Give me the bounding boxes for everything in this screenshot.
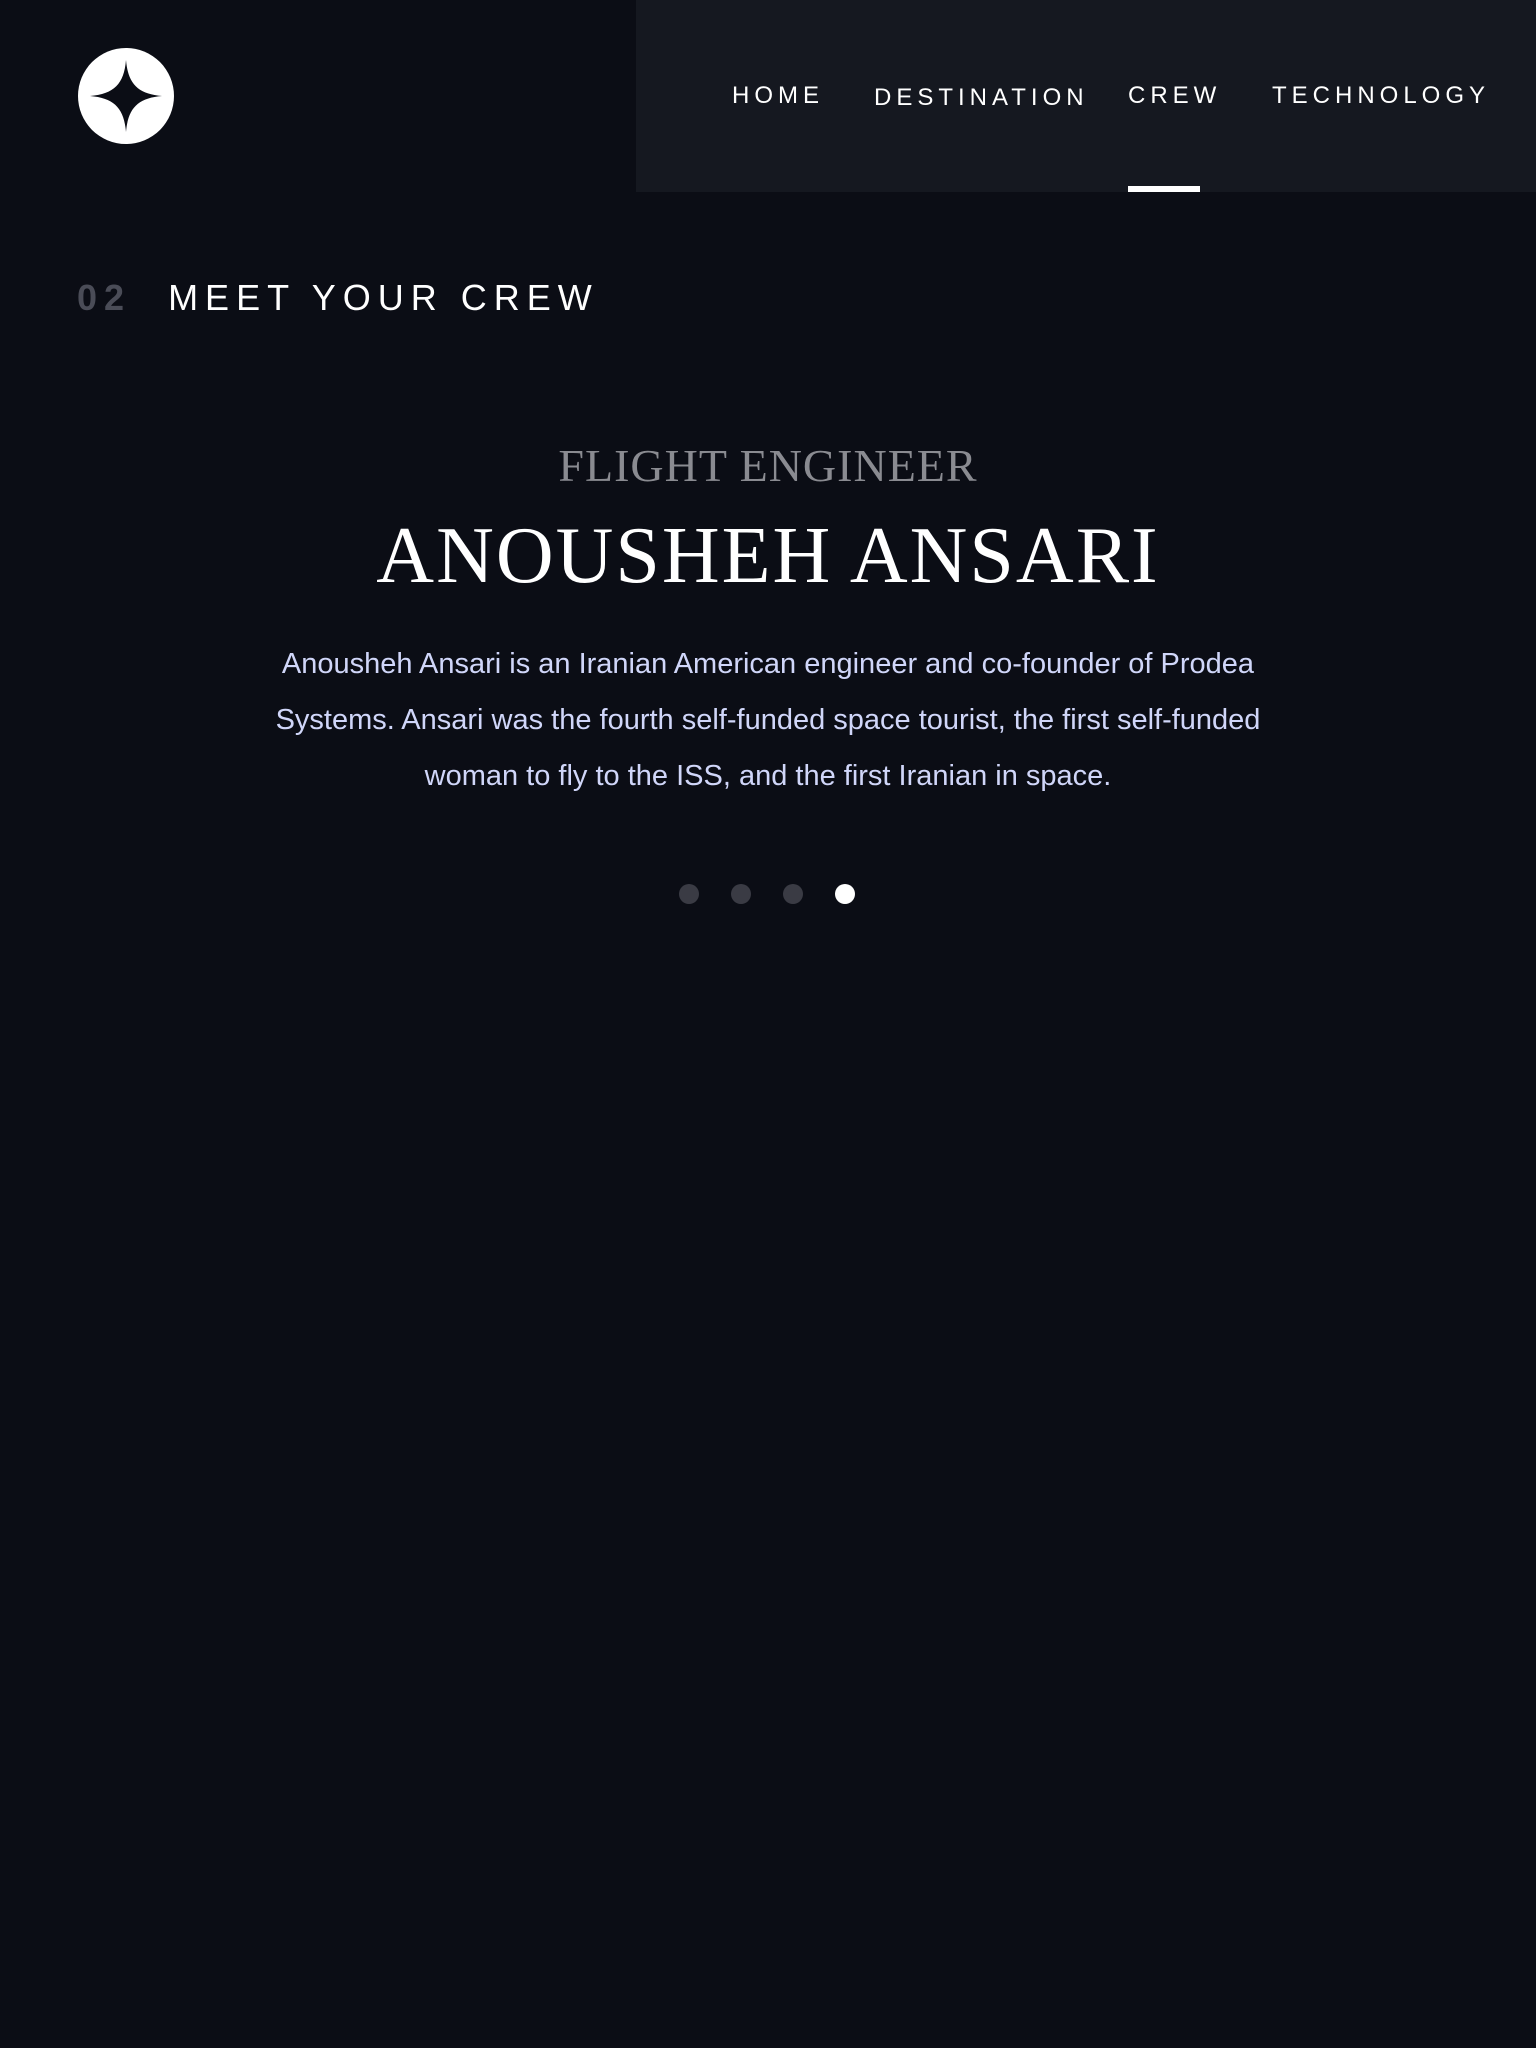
section-number: 02: [77, 277, 132, 318]
carousel-dot-1[interactable]: [679, 884, 699, 904]
nav-item-label: CREW: [1128, 82, 1222, 109]
crew-role: FLIGHT ENGINEER: [558, 440, 978, 491]
section-title: MEET YOUR CREW: [168, 277, 599, 318]
active-nav-indicator: [1128, 186, 1200, 192]
section-heading: 02 MEET YOUR CREW: [77, 274, 599, 322]
nav-item-label: TECHNOLOGY: [1272, 82, 1491, 109]
carousel-dot-4[interactable]: [835, 884, 855, 904]
nav-item-home[interactable]: HOME: [732, 0, 819, 192]
nav-item-label: DESTINATION: [874, 84, 1089, 111]
carousel-dot-3[interactable]: [783, 884, 803, 904]
star-logo-icon[interactable]: [78, 48, 174, 144]
star-logo-svg: [78, 48, 174, 144]
site-header: HOME DESTINATION CREW TECHNOLOGY: [0, 0, 1536, 192]
nav-item-crew[interactable]: CREW: [1128, 0, 1216, 192]
main-navigation: HOME DESTINATION CREW TECHNOLOGY: [636, 0, 1536, 192]
nav-item-technology[interactable]: TECHNOLOGY: [1272, 0, 1485, 192]
carousel-dot-2[interactable]: [731, 884, 751, 904]
crew-bio: Anousheh Ansari is an Iranian American e…: [275, 648, 1261, 792]
nav-item-label: HOME: [732, 82, 824, 109]
nav-item-destination[interactable]: DESTINATION: [874, 0, 1084, 192]
crew-name: ANOUSHEH ANSARI: [376, 512, 1160, 600]
crew-carousel-dots: [679, 883, 859, 905]
